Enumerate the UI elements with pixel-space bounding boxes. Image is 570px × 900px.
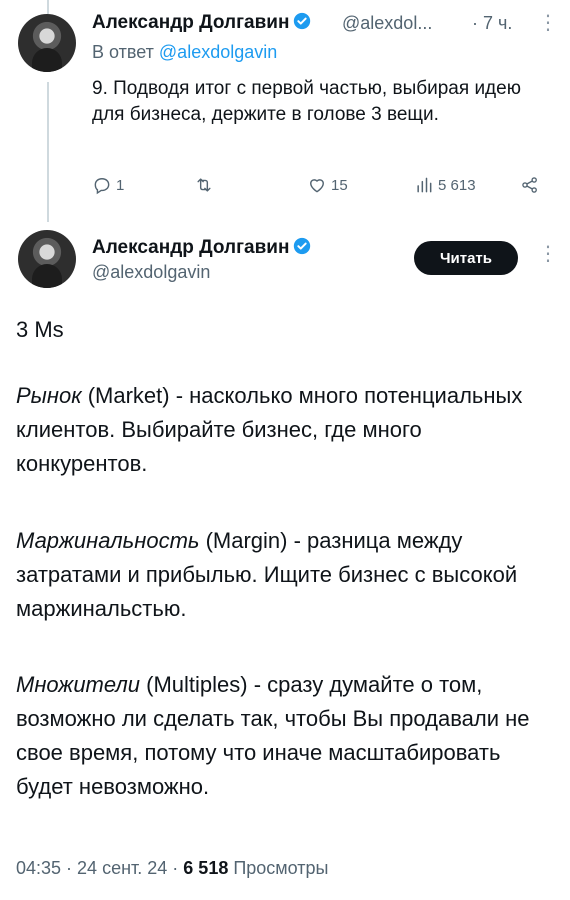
share-icon [522,177,537,193]
share-button[interactable] [520,175,540,195]
views-icon [417,177,432,193]
retweet-icon [197,178,211,192]
author-name[interactable]: Александр Долгавин [92,237,311,259]
views-label: Просмотры [228,858,329,878]
verified-icon [294,237,311,255]
tweet-paragraph-market: Рынок (Market) - насколько много потенци… [16,383,523,476]
like-button[interactable]: 15 [307,175,348,195]
more-icon[interactable]: ⋮ [538,241,558,266]
timestamp[interactable]: · 7 ч. [472,13,512,34]
replying-to-link[interactable]: @alexdolgavin [159,42,277,62]
verified-icon [294,12,311,30]
tweet-meta: 04:35 · 24 сент. 24 · 6 518 Просмотры [16,858,329,879]
tweet-paragraph-margin: Маржинальность (Margin) - разница между … [16,528,518,621]
author-handle[interactable]: @alexdolgavin [92,262,210,283]
avatar[interactable] [18,14,76,72]
read-button[interactable]: Читать [414,241,518,275]
like-icon [310,179,324,193]
author-handle[interactable]: @alexdol... [342,13,432,34]
more-icon[interactable]: ⋮ [538,10,558,35]
tweet-actions: 1 15 5 613 [92,175,547,203]
tweet-paragraph-multiples: Множители (Multiples) - сразу думайте о … [16,672,530,799]
thread-line [47,0,49,14]
tweet-timestamp[interactable]: 04:35 · 24 сент. 24 · [16,858,183,878]
tweet-heading: 3 Ms [16,317,64,342]
tweet-text: 9. Подводя итог с первой частью, выбирая… [92,78,521,125]
thread-line [47,82,49,222]
views-button[interactable]: 5 613 [414,175,476,195]
author-name[interactable]: Александр Долгавин [92,12,311,34]
views-count: 6 518 [183,858,229,878]
reply-icon [94,178,110,195]
avatar[interactable] [18,230,76,288]
retweet-button[interactable] [194,175,218,195]
reply-button[interactable]: 1 [92,175,124,195]
replying-to: В ответ @alexdolgavin [92,42,278,62]
